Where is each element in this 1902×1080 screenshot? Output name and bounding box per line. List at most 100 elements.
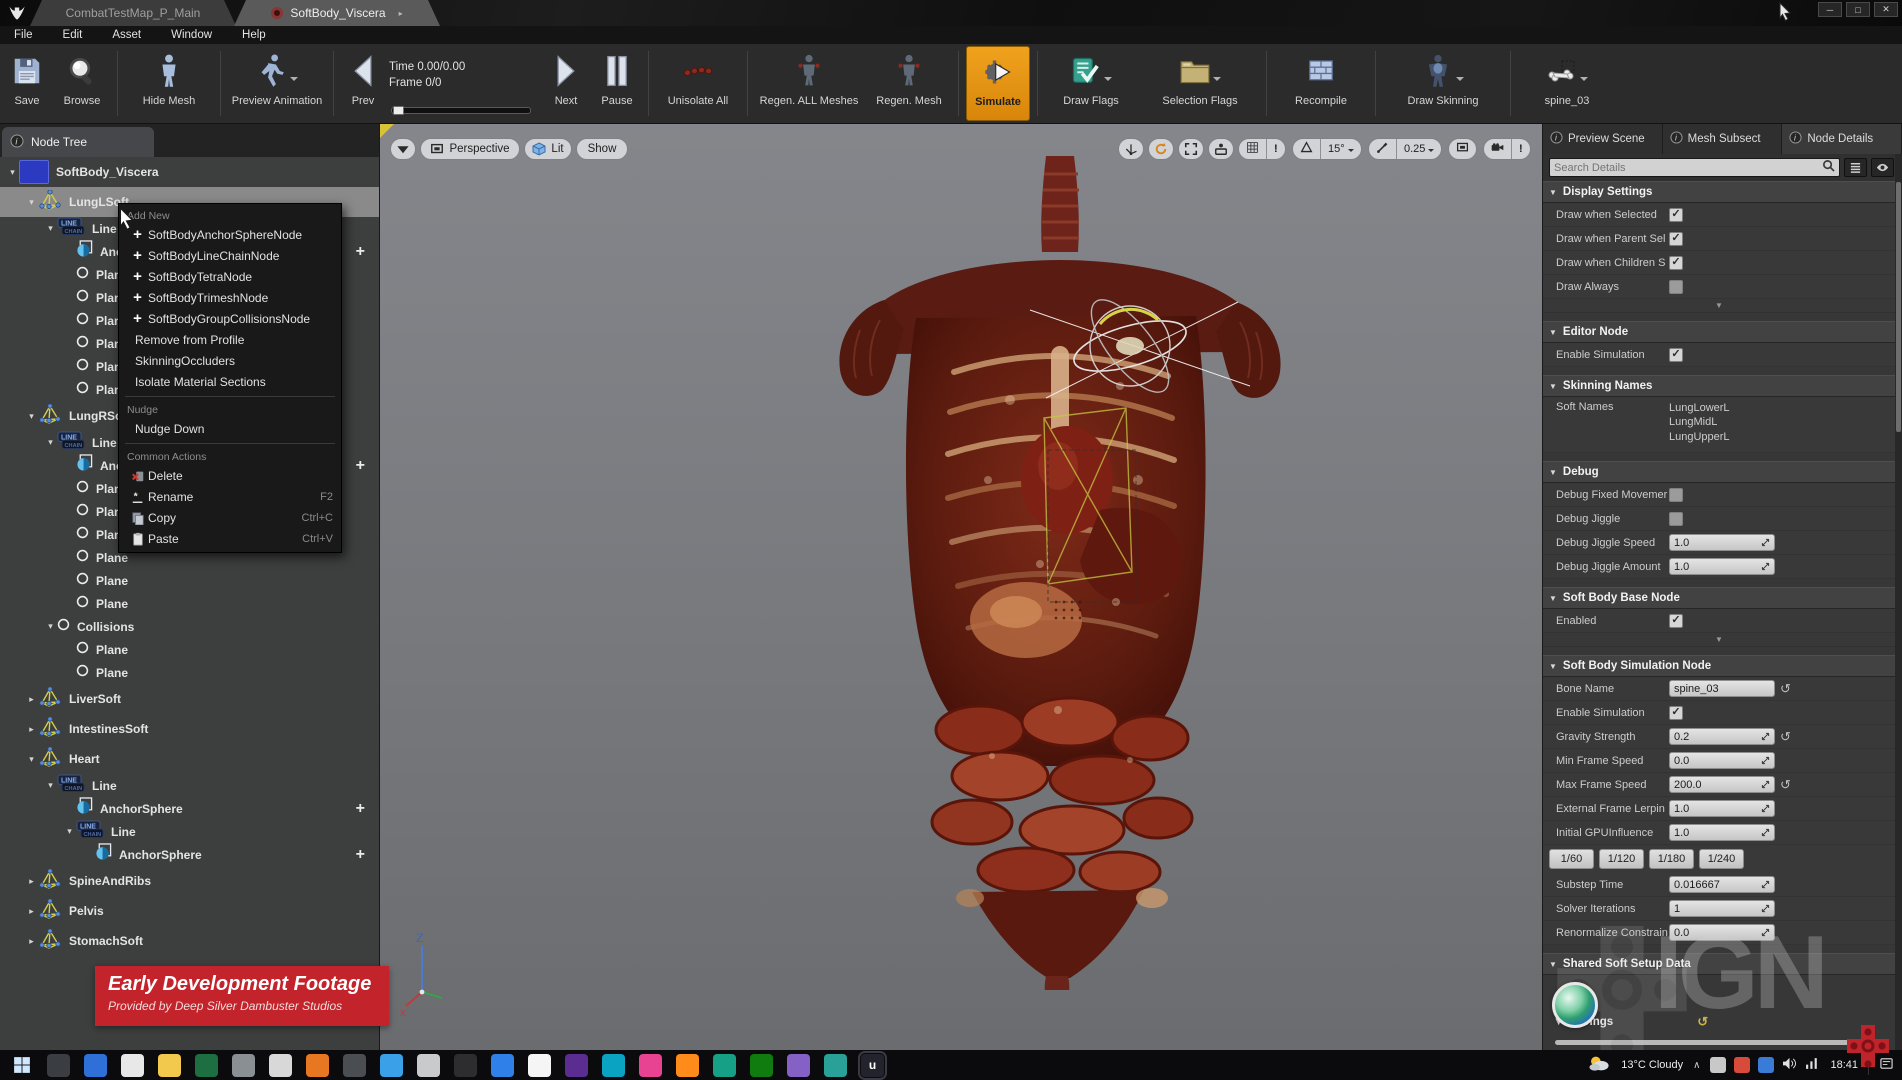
taskbar-app-spreadsheet[interactable] bbox=[195, 1054, 218, 1077]
expander-arrow-icon[interactable]: ▸ bbox=[25, 724, 38, 735]
field-debug-jiggle-amount[interactable]: 1.0 bbox=[1669, 558, 1775, 575]
field-initial-gpuinfluence[interactable]: 1.0 bbox=[1669, 824, 1775, 841]
toolbar-button-recompile[interactable]: Recompile bbox=[1274, 46, 1368, 121]
rotation-snap-toggle-cell[interactable]: 15° bbox=[1320, 139, 1361, 159]
tree-item-liversoft[interactable]: ▸LiverSoft bbox=[0, 684, 379, 714]
maximize-button[interactable]: □ bbox=[1846, 2, 1870, 17]
tree-item-collisions[interactable]: ▾Collisions bbox=[0, 615, 379, 638]
tree-item-spineandribs[interactable]: ▸SpineAndRibs bbox=[0, 866, 379, 896]
add-node-button[interactable]: + bbox=[356, 846, 365, 864]
advanced-expander[interactable]: ▼ bbox=[1543, 633, 1895, 647]
menu-item-nudge-down[interactable]: Nudge Down bbox=[119, 418, 341, 439]
viscera-model[interactable] bbox=[820, 150, 1300, 990]
taskbar-app-file-explorer[interactable] bbox=[158, 1054, 181, 1077]
tab-combattestmap[interactable]: CombatTestMap_P_Main bbox=[30, 0, 236, 26]
taskbar-app-settings[interactable] bbox=[417, 1054, 440, 1077]
search-box[interactable] bbox=[1549, 158, 1840, 177]
taskbar-app-obs[interactable] bbox=[454, 1054, 477, 1077]
tray-network-icon[interactable] bbox=[1805, 1057, 1820, 1073]
perspective-button[interactable]: Perspective bbox=[420, 138, 520, 160]
checkbox-draw-always[interactable] bbox=[1669, 280, 1683, 294]
tab-softbody-viscera[interactable]: SoftBody_Viscera ▸ bbox=[234, 0, 440, 26]
category-soft-body-simulation-node[interactable]: ▼Soft Body Simulation Node bbox=[1543, 655, 1895, 677]
tab-preview-scene[interactable]: iPreview Scene bbox=[1543, 124, 1663, 154]
taskbar-app-browser-round[interactable] bbox=[121, 1054, 144, 1077]
menu-item-remove-from-profile[interactable]: Remove from Profile bbox=[119, 329, 341, 350]
taskbar-app-doc-white[interactable] bbox=[528, 1054, 551, 1077]
dropdown-caret-icon[interactable] bbox=[290, 77, 298, 85]
dropdown-caret-icon[interactable] bbox=[1456, 77, 1464, 85]
expander-arrow-icon[interactable]: ▾ bbox=[25, 754, 38, 765]
tree-item-plane[interactable]: Plane bbox=[0, 569, 379, 592]
screen-percentage-button[interactable] bbox=[1448, 138, 1477, 160]
expander-arrow-icon[interactable]: ▸ bbox=[25, 936, 38, 947]
menu-item-skinningoccluders[interactable]: SkinningOccluders bbox=[119, 350, 341, 371]
category-skinning-names[interactable]: ▼Skinning Names bbox=[1543, 375, 1895, 397]
reset-icon[interactable]: ↺ bbox=[1697, 1014, 1708, 1030]
field-bone-name[interactable]: spine_03 bbox=[1669, 680, 1775, 697]
taskbar-app-notes[interactable] bbox=[269, 1054, 292, 1077]
expander-arrow-icon[interactable]: ▾ bbox=[44, 223, 57, 234]
tree-item-plane[interactable]: Plane bbox=[0, 592, 379, 615]
expander-arrow-icon[interactable]: ▾ bbox=[25, 197, 38, 208]
toolbar-button-spine-03[interactable]: spine_03 bbox=[1518, 46, 1616, 121]
toolbar-button-prev[interactable]: Prev bbox=[341, 46, 385, 121]
substep-preset-1-60[interactable]: 1/60 bbox=[1549, 849, 1594, 869]
tree-item-anchorsphere[interactable]: AnchorSphere+ bbox=[0, 843, 379, 866]
substep-preset-1-180[interactable]: 1/180 bbox=[1649, 849, 1694, 869]
tray-expand-icon[interactable]: ∧ bbox=[1693, 1060, 1700, 1071]
taskbar-app-tool-green[interactable] bbox=[824, 1054, 847, 1077]
tree-item-plane[interactable]: Plane bbox=[0, 661, 379, 684]
field-max-frame-speed[interactable]: 200.0 bbox=[1669, 776, 1775, 793]
toolbar-button-browse[interactable]: Browse bbox=[54, 46, 110, 121]
tree-item-softbody-viscera[interactable]: ▾SoftBody_Viscera bbox=[0, 157, 379, 187]
weather-label[interactable]: 13°C Cloudy bbox=[1621, 1059, 1683, 1071]
toolbar-button-draw-flags[interactable]: Draw Flags bbox=[1045, 46, 1137, 121]
category-soft-body-base-node[interactable]: ▼Soft Body Base Node bbox=[1543, 587, 1895, 609]
category-debug[interactable]: ▼Debug bbox=[1543, 461, 1895, 483]
taskbar-app-vlc[interactable] bbox=[306, 1054, 329, 1077]
taskbar-app-unreal-editor[interactable]: u bbox=[861, 1054, 884, 1077]
tree-item-anchorsphere[interactable]: AnchorSphere+ bbox=[0, 797, 379, 820]
tree-item-pelvis[interactable]: ▸Pelvis bbox=[0, 896, 379, 926]
taskbar-app-task-view[interactable] bbox=[47, 1054, 70, 1077]
tab-node-details[interactable]: iNode Details bbox=[1782, 124, 1902, 154]
menu-item-softbodyanchorspherenode[interactable]: +SoftBodyAnchorSphereNode bbox=[119, 224, 341, 245]
tray-red-icon[interactable] bbox=[1734, 1057, 1750, 1073]
checkbox-draw-when-parent-sel[interactable]: ✓ bbox=[1669, 232, 1683, 246]
camera-speed-button[interactable]: ! bbox=[1483, 138, 1531, 160]
advanced-expander[interactable]: ▼ bbox=[1543, 299, 1895, 313]
close-button[interactable]: ✕ bbox=[1874, 2, 1898, 17]
field-solver-iterations[interactable]: 1 bbox=[1669, 900, 1775, 917]
scale-snap-toggle-cell[interactable] bbox=[1369, 139, 1396, 159]
search-details-input[interactable] bbox=[1554, 162, 1822, 174]
viewport[interactable]: PerspectiveLitShow !15°0.25! bbox=[380, 124, 1542, 1050]
toolbar-button-hide-mesh[interactable]: Hide Mesh bbox=[125, 46, 213, 121]
scale-snap-toggle[interactable]: 0.25 bbox=[1368, 138, 1442, 160]
scale-snap-toggle-cell[interactable]: 0.25 bbox=[1396, 139, 1441, 159]
toolbar-button-unisolate-all[interactable]: Unisolate All bbox=[656, 46, 740, 121]
expander-arrow-icon[interactable]: ▾ bbox=[25, 411, 38, 422]
checkbox-draw-when-children-s[interactable]: ✓ bbox=[1669, 256, 1683, 270]
add-node-button[interactable]: + bbox=[356, 457, 365, 475]
tree-item-plane[interactable]: Plane bbox=[0, 638, 379, 661]
tree-item-stomachsoft[interactable]: ▸StomachSoft bbox=[0, 926, 379, 956]
dropdown-caret-icon[interactable] bbox=[1580, 77, 1588, 85]
field-debug-jiggle-speed[interactable]: 1.0 bbox=[1669, 534, 1775, 551]
screen-percentage-button-cell[interactable] bbox=[1449, 139, 1476, 159]
time-slider[interactable] bbox=[391, 107, 531, 114]
field-min-frame-speed[interactable]: 0.0 bbox=[1669, 752, 1775, 769]
menu-help[interactable]: Help bbox=[242, 29, 266, 41]
taskbar-app-photos[interactable] bbox=[380, 1054, 403, 1077]
taskbar-app-visual-studio[interactable] bbox=[565, 1054, 588, 1077]
toolbar-button-simulate[interactable]: Simulate bbox=[966, 46, 1030, 121]
checkbox-debug-jiggle[interactable] bbox=[1669, 512, 1683, 526]
taskbar-app-browser-blue[interactable] bbox=[84, 1054, 107, 1077]
toolbar-button-regen-all-meshes[interactable]: Regen. ALL Meshes bbox=[755, 46, 863, 121]
reset-icon[interactable]: ↺ bbox=[1780, 682, 1791, 695]
tree-item-heart[interactable]: ▾Heart bbox=[0, 744, 379, 774]
expander-arrow-icon[interactable]: ▾ bbox=[44, 437, 57, 448]
toolbar-button-draw-skinning[interactable]: Draw Skinning bbox=[1383, 46, 1503, 121]
menu-item-softbodygroupcollisionsnode[interactable]: +SoftBodyGroupCollisionsNode bbox=[119, 308, 341, 329]
minimize-button[interactable]: ─ bbox=[1818, 2, 1842, 17]
